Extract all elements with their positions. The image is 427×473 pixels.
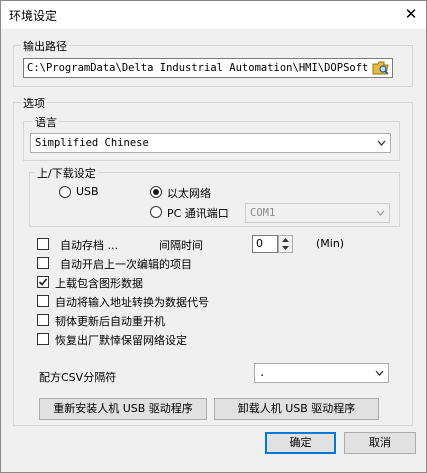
language-select[interactable]: Simplified Chinese bbox=[30, 133, 391, 153]
interval-label: 间隔时间 bbox=[159, 239, 203, 252]
pc-port-radio-label: PC 通讯端口 bbox=[167, 207, 229, 220]
interval-unit: (Min) bbox=[316, 237, 345, 250]
cancel-button[interactable]: 取消 bbox=[344, 432, 416, 454]
csv-separator-value: . bbox=[259, 367, 266, 379]
convert-address-checkbox[interactable] bbox=[37, 295, 49, 307]
output-path-field[interactable]: C:\ProgramData\Delta Industrial Automati… bbox=[23, 58, 393, 78]
ok-button[interactable]: 确定 bbox=[265, 432, 336, 454]
uninstall-usb-driver-button[interactable]: 卸载人机 USB 驱动程序 bbox=[214, 398, 379, 420]
pc-port-select[interactable]: COM1 bbox=[245, 203, 390, 223]
checkmark-icon bbox=[38, 278, 48, 286]
reopen-last-project-checkbox[interactable] bbox=[37, 257, 49, 269]
upload-graphics-checkbox[interactable] bbox=[37, 276, 49, 288]
pc-port-select-value: COM1 bbox=[250, 207, 276, 219]
chevron-down-icon bbox=[376, 210, 385, 216]
language-label: 语言 bbox=[33, 114, 59, 130]
autosave-checkbox[interactable] bbox=[37, 238, 49, 250]
csv-separator-select[interactable]: . bbox=[254, 363, 389, 383]
chevron-down-icon bbox=[377, 140, 386, 146]
output-path-label: 输出路径 bbox=[21, 38, 69, 54]
folder-search-icon[interactable] bbox=[372, 60, 390, 76]
usb-radio-label: USB bbox=[76, 185, 99, 198]
pc-port-radio[interactable] bbox=[150, 206, 162, 218]
reopen-last-project-label: 自动开启上一次编辑的项目 bbox=[60, 258, 192, 271]
settings-dialog: 环境设定 ✕ 输出路径 C:\ProgramData\Delta Industr… bbox=[0, 0, 427, 473]
upload-download-label: 上/下载设定 bbox=[35, 165, 98, 181]
reinstall-usb-driver-button[interactable]: 重新安装人机 USB 驱动程序 bbox=[39, 398, 207, 420]
convert-address-label: 自动将输入地址转换为数据代号 bbox=[55, 296, 209, 309]
usb-radio[interactable] bbox=[59, 186, 71, 198]
keep-network-settings-checkbox[interactable] bbox=[37, 333, 49, 345]
stepper-down-icon[interactable] bbox=[279, 244, 292, 252]
window-title: 环境设定 bbox=[9, 9, 58, 23]
csv-separator-label: 配方CSV分隔符 bbox=[39, 371, 117, 384]
close-button[interactable]: ✕ bbox=[398, 3, 424, 25]
interval-input[interactable]: 0 bbox=[252, 235, 278, 253]
language-select-value: Simplified Chinese bbox=[35, 137, 149, 149]
chevron-down-icon bbox=[375, 370, 384, 376]
upload-graphics-label: 上载包含图形数据 bbox=[55, 277, 143, 290]
autosave-label: 自动存档 ... bbox=[60, 239, 118, 252]
stepper-up-icon[interactable] bbox=[279, 236, 292, 244]
keep-network-settings-label: 恢复出厂默悻保留网络设定 bbox=[55, 334, 187, 347]
auto-reboot-label: 韧体更新后自动重开机 bbox=[55, 315, 165, 328]
interval-stepper[interactable] bbox=[278, 235, 293, 253]
ethernet-radio-label: 以太网络 bbox=[167, 187, 211, 200]
options-label: 选项 bbox=[21, 95, 47, 111]
ethernet-radio[interactable] bbox=[150, 186, 162, 198]
title-bar: 环境设定 ✕ bbox=[1, 1, 426, 29]
auto-reboot-checkbox[interactable] bbox=[37, 314, 49, 326]
